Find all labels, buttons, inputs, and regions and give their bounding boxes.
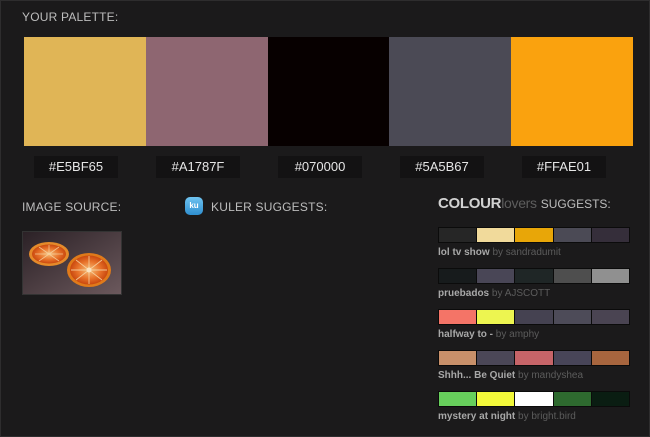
suggestion-swatch xyxy=(591,310,630,324)
hex-code-5[interactable]: #FFAE01 xyxy=(522,156,606,178)
hex-code-3[interactable]: #070000 xyxy=(278,156,362,178)
suggestion-swatch xyxy=(477,269,515,283)
suggestion-author-link[interactable]: by bright.bird xyxy=(518,411,576,422)
hex-code-2[interactable]: #A1787F xyxy=(156,156,240,178)
colourlovers-heading: COLOURlovers SUGGESTS: xyxy=(438,195,611,215)
suggestion-swatch xyxy=(439,310,477,324)
suggestion-author-link[interactable]: by mandyshea xyxy=(518,370,583,381)
suggestion-swatch xyxy=(477,310,515,324)
suggestion-swatch xyxy=(591,351,630,365)
colourlovers-logo-bold: COLOUR xyxy=(438,195,502,212)
kuler-suggests-heading: KULER SUGGESTS: xyxy=(211,200,328,214)
suggestion-swatch xyxy=(515,310,553,324)
your-palette-heading: YOUR PALETTE: xyxy=(22,10,119,24)
suggestion-swatch xyxy=(477,228,515,242)
suggestion-swatch xyxy=(515,392,553,406)
suggestion-palette-3[interactable]: halfway to - by amphy xyxy=(438,309,630,340)
suggestion-swatch xyxy=(439,228,477,242)
colourlovers-logo-light: lovers xyxy=(501,195,537,211)
orange-slices-image xyxy=(23,232,121,294)
suggestion-caption: pruebados by AJSCOTT xyxy=(438,288,630,299)
suggestion-name-link[interactable]: Shhh... Be Quiet xyxy=(438,370,515,381)
suggestion-palette-1[interactable]: lol tv show by sandradumit xyxy=(438,227,630,258)
suggestion-swatch xyxy=(439,269,477,283)
suggestion-swatch xyxy=(477,351,515,365)
suggestion-swatch-strip[interactable] xyxy=(438,350,630,366)
suggestion-swatch xyxy=(553,269,591,283)
kuler-logo-icon: ku xyxy=(185,197,203,215)
suggestion-swatch xyxy=(591,269,630,283)
hex-code-row: #E5BF65 #A1787F #070000 #5A5B67 #FFAE01 xyxy=(24,156,633,178)
image-source-heading: IMAGE SOURCE: xyxy=(22,200,122,214)
suggestion-swatch xyxy=(591,228,630,242)
suggestion-swatch xyxy=(439,392,477,406)
suggestion-swatch xyxy=(515,351,553,365)
suggestion-author-link[interactable]: by AJSCOTT xyxy=(492,288,550,299)
palette-swatch-row xyxy=(24,37,633,146)
suggestion-swatch xyxy=(591,392,630,406)
suggestion-swatch xyxy=(515,228,553,242)
palette-swatch-3[interactable] xyxy=(267,37,390,146)
hex-code-1[interactable]: #E5BF65 xyxy=(34,156,118,178)
suggestion-author-link[interactable]: by amphy xyxy=(496,329,539,340)
suggestion-swatch-strip[interactable] xyxy=(438,227,630,243)
suggestion-swatch xyxy=(477,392,515,406)
suggestion-name-link[interactable]: mystery at night xyxy=(438,411,515,422)
suggestion-swatch xyxy=(553,310,591,324)
suggestion-caption: lol tv show by sandradumit xyxy=(438,247,630,258)
suggestion-author-link[interactable]: by sandradumit xyxy=(492,247,560,258)
hex-code-4[interactable]: #5A5B67 xyxy=(400,156,484,178)
suggestion-caption: Shhh... Be Quiet by mandyshea xyxy=(438,370,630,381)
suggestion-caption: mystery at night by bright.bird xyxy=(438,411,630,422)
suggestion-name-link[interactable]: pruebados xyxy=(438,288,489,299)
suggestion-palette-2[interactable]: pruebados by AJSCOTT xyxy=(438,268,630,299)
suggestion-swatch-strip[interactable] xyxy=(438,268,630,284)
palette-swatch-5[interactable] xyxy=(511,37,633,146)
suggestion-caption: halfway to - by amphy xyxy=(438,329,630,340)
suggestion-swatch-strip[interactable] xyxy=(438,309,630,325)
suggestion-swatch xyxy=(553,392,591,406)
suggestion-swatch xyxy=(515,269,553,283)
suggestion-swatch-strip[interactable] xyxy=(438,391,630,407)
suggestion-name-link[interactable]: lol tv show xyxy=(438,247,490,258)
suggestion-swatch xyxy=(439,351,477,365)
suggestion-palette-5[interactable]: mystery at night by bright.bird xyxy=(438,391,630,422)
suggestion-swatch xyxy=(553,228,591,242)
suggestion-name-link[interactable]: halfway to - xyxy=(438,329,493,340)
palette-swatch-2[interactable] xyxy=(145,37,268,146)
palette-swatch-4[interactable] xyxy=(389,37,512,146)
suggestion-palette-4[interactable]: Shhh... Be Quiet by mandyshea xyxy=(438,350,630,381)
palette-swatch-1[interactable] xyxy=(24,37,146,146)
suggestion-swatch xyxy=(553,351,591,365)
colourlovers-suggests-label: SUGGESTS: xyxy=(540,197,611,211)
source-image-thumbnail[interactable] xyxy=(22,231,122,295)
